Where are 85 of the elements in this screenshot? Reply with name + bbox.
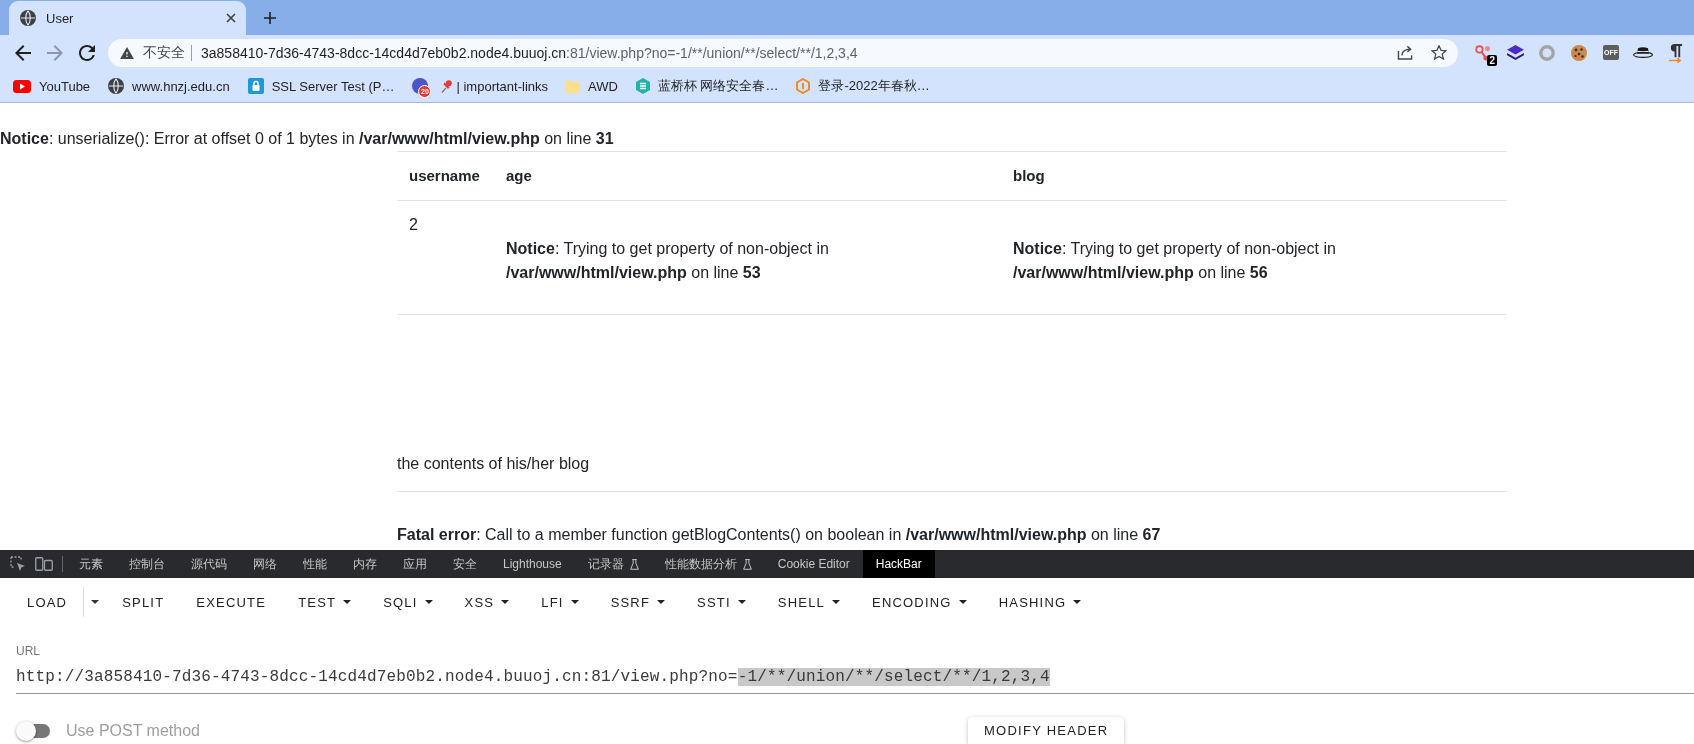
pilcrow-icon[interactable]: [1667, 42, 1683, 63]
table-cell: Notice: Trying to get property of non-object in /var/www/html/view.php on line 53: [494, 200, 1001, 315]
hexagon-stripes-icon: [635, 78, 650, 94]
caret-icon: [91, 600, 100, 604]
devtools-tab[interactable]: Cookie Editor: [764, 550, 863, 578]
devtools-tab[interactable]: 源代码: [178, 550, 240, 578]
devtools-tab[interactable]: 控制台: [116, 550, 178, 578]
devtools-tab[interactable]: 记录器: [574, 550, 652, 578]
globe-icon: [108, 78, 125, 94]
caret-icon: [958, 600, 967, 604]
back-icon[interactable]: [15, 44, 31, 61]
count-badge: 2: [1487, 54, 1497, 66]
security-label[interactable]: 不安全: [143, 43, 185, 62]
table-cell: Notice: Trying to get property of non-object in /var/www/html/view.php on line 56: [1001, 200, 1507, 315]
reload-icon[interactable]: [79, 44, 95, 61]
warning-icon[interactable]: [120, 46, 134, 59]
browser-tab[interactable]: User: [9, 1, 246, 35]
bookmark[interactable]: YouTube: [5, 74, 99, 98]
menu-button[interactable]: XSS: [448, 588, 526, 616]
devtools-tab[interactable]: 性能数据分析: [651, 550, 765, 578]
menu-button[interactable]: ENCODING: [856, 588, 983, 616]
lock-icon: [247, 78, 264, 94]
device-toggle-icon[interactable]: [35, 557, 53, 571]
column-header: age: [494, 151, 1001, 201]
plus-icon[interactable]: [264, 12, 276, 24]
devtools-tab[interactable]: 安全: [440, 550, 490, 578]
menu-button[interactable]: LFI: [525, 588, 595, 616]
menu-button[interactable]: SSRF: [594, 588, 682, 616]
caret-icon: [424, 600, 433, 604]
share-icon[interactable]: [1397, 45, 1414, 60]
hackbar-button[interactable]: SPLIT: [106, 588, 181, 616]
folder-icon: [566, 79, 580, 93]
video-play-icon: [13, 79, 31, 93]
notice-message: Notice: unserialize(): Error at offset 0 of 1 bytes in /var/www/html/view.php on line 31: [0, 129, 615, 149]
star-icon[interactable]: [1431, 45, 1447, 60]
column-header: blog: [1001, 151, 1507, 201]
flask-icon: [742, 558, 752, 570]
close-icon[interactable]: [226, 13, 236, 23]
inspect-icon[interactable]: [10, 556, 26, 572]
post-method-toggle[interactable]: [16, 720, 52, 741]
hat-icon[interactable]: [1633, 47, 1653, 58]
menu-button[interactable]: SSTI: [681, 588, 762, 616]
caret-icon: [737, 600, 746, 604]
address-bar[interactable]: 不安全 3a858410-7d36-4743-8dcc-14cd4d7eb0b2.node4.buuoj.cn:81/view.php?no=-1/**/union/**/select/**/1,2,3,4: [108, 38, 1458, 67]
devtools-tab[interactable]: 性能: [290, 550, 340, 578]
devtools-tab[interactable]: 内存: [340, 550, 390, 578]
caret-icon: [570, 600, 579, 604]
globe-icon: [20, 10, 36, 26]
layers-icon[interactable]: [1506, 45, 1524, 60]
menu-button[interactable]: HASHING: [982, 588, 1098, 616]
caret-icon: [832, 600, 840, 604]
url-text[interactable]: 3a858410-7d36-4743-8dcc-14cd4d7eb0b2.node4.buuoj.cn:81/view.php?no=-1/**/union/**/select/**/1,2,3,4: [201, 44, 858, 61]
bookmark[interactable]: SSL Server Test (P…: [239, 74, 403, 98]
blog-text: the contents of his/her blog: [397, 454, 591, 474]
menu-button[interactable]: SQLI: [367, 588, 449, 616]
devtools-tab[interactable]: HackBar: [862, 550, 935, 578]
cookie-icon[interactable]: [1571, 44, 1587, 61]
field-label: URL: [16, 644, 41, 658]
hackbar-button[interactable]: EXECUTE: [180, 588, 283, 616]
bookmark[interactable]: 蓝桥杯 网络安全春…: [627, 74, 787, 98]
devtools-tab[interactable]: 元素: [66, 550, 116, 578]
toggle-label: Use POST method: [66, 721, 200, 740]
caret-icon: [343, 600, 352, 604]
devtools-tab[interactable]: Lighthouse: [490, 550, 575, 578]
bookmark[interactable]: www.hnzj.edu.cn: [100, 74, 238, 98]
caret-icon: [501, 600, 510, 604]
url-text: http://3a858410-7d36-4743-8dcc-14cd4d7eb0b2.node4.buuoj.cn:81/view.php?no=: [16, 668, 738, 686]
bookmark[interactable]: 登录-2022年春秋…: [788, 74, 938, 98]
hackbar-button[interactable]: LOAD: [11, 588, 84, 616]
devtools-tab[interactable]: 应用: [390, 550, 440, 578]
hexagon-icon: [796, 78, 811, 94]
modify-header-button[interactable]: MODIFY HEADER: [968, 717, 1125, 744]
menu-button[interactable]: TEST: [282, 588, 368, 616]
flask-icon: [629, 558, 639, 570]
bookmark[interactable]: AWD: [558, 74, 626, 98]
caret-icon: [1073, 600, 1082, 604]
menu-button[interactable]: SHELL: [761, 588, 856, 616]
error-message: Fatal error: Call to a member function getBlogContents() on boolean in /var/www/html/view.php on line 67: [397, 525, 1162, 545]
pushpin-icon: [441, 79, 453, 93]
devtools-tab[interactable]: 网络: [240, 550, 290, 578]
table-cell: 2: [397, 200, 494, 315]
caret-icon: [657, 600, 666, 604]
selected-url-text: -1/**/union/**/select/**/1,2,3,4: [737, 668, 1050, 686]
url-field[interactable]: URL http://3a858410-7d36-4743-8dcc-14cd4d7eb0b2.node4.buuoj.cn:81/view.php?no=-1/**/union/**/select/**/1,2,3,4: [16, 644, 1694, 694]
column-header: username: [397, 151, 494, 201]
